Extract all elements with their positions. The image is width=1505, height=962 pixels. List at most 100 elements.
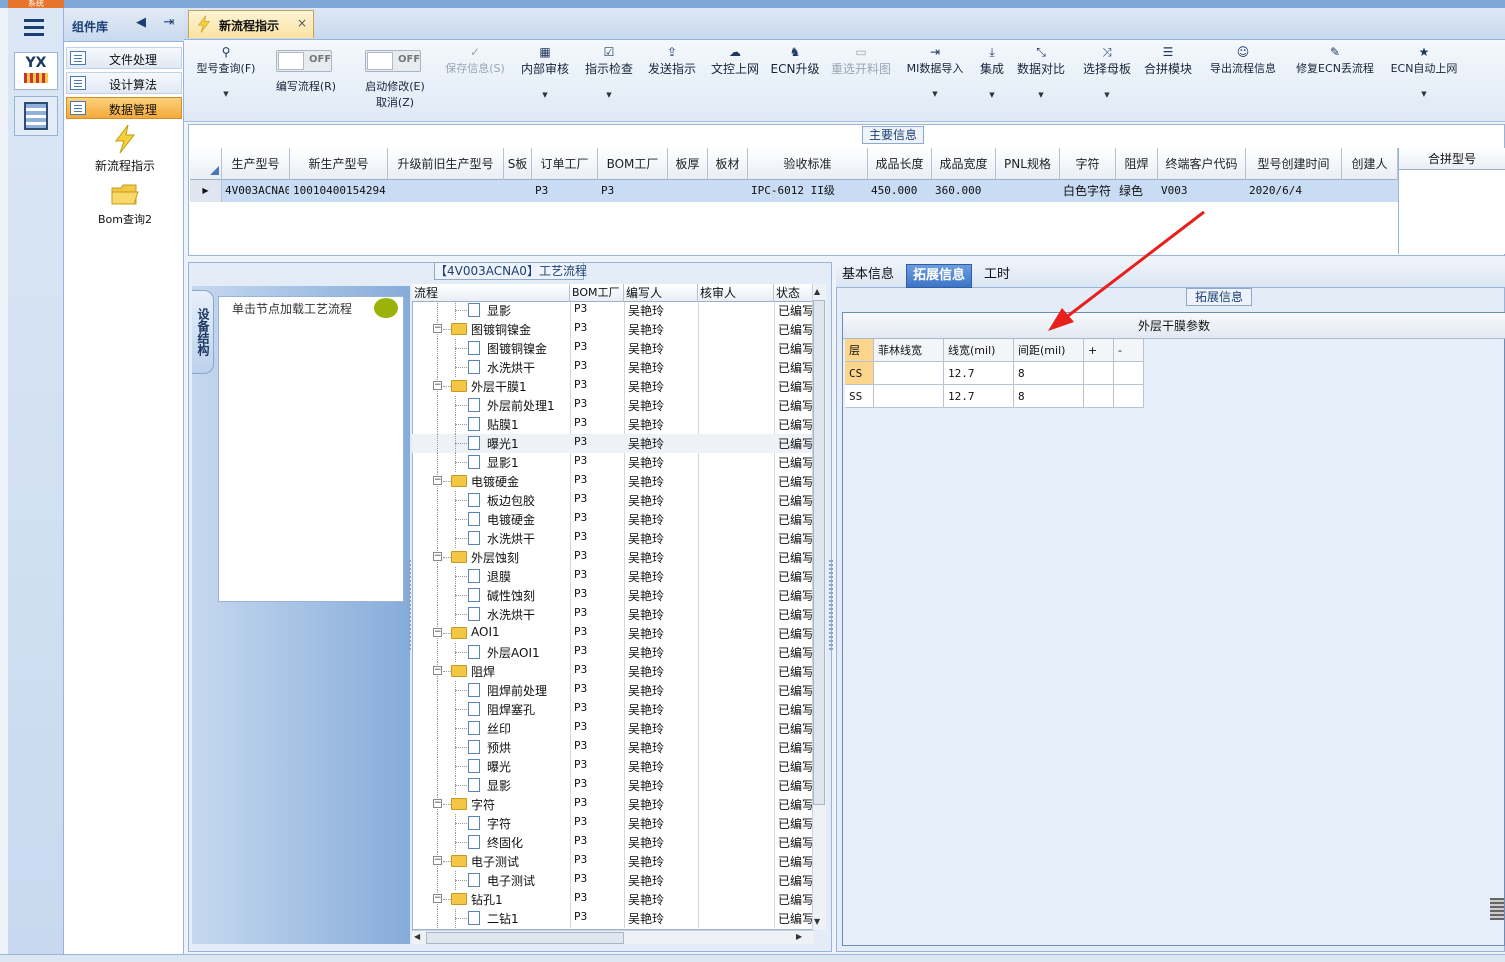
main-cell-8[interactable]: IPC-6012 II级 — [751, 180, 867, 202]
main-column-header-15[interactable]: 型号创建时间 — [1246, 148, 1342, 180]
column-header-bom-factory[interactable]: BOM工厂 — [570, 284, 624, 302]
toolbar-item-6[interactable]: ⇪ 发送指示 — [645, 44, 699, 77]
toolbar-item-8[interactable]: ♞ ECN升级 — [770, 44, 820, 77]
column-header-reviewer[interactable]: 核审人 — [698, 284, 774, 302]
tree-row[interactable]: 丝印 P3 吴艳玲 已编写 — [412, 719, 814, 738]
toolbar-item-7[interactable]: ☁ 文控上网 — [708, 44, 762, 77]
column-header-writer[interactable]: 编写人 — [624, 284, 698, 302]
main-cell-3[interactable] — [507, 180, 531, 202]
main-column-header-6[interactable]: 板厚 — [668, 148, 708, 180]
main-cell-7[interactable] — [711, 180, 747, 202]
main-cell-2[interactable] — [391, 180, 503, 202]
main-cell-16[interactable] — [1345, 180, 1397, 202]
param-cell[interactable]: CS — [845, 362, 874, 385]
tree-row[interactable]: 阻焊前处理 P3 吴艳玲 已编写 — [412, 681, 814, 700]
main-column-header-8[interactable]: 验收标准 — [748, 148, 868, 180]
tree-row[interactable]: 外层前处理1 P3 吴艳玲 已编写 — [412, 396, 814, 415]
tree-group-row[interactable]: − 电镀硬金 P3 吴艳玲 已编写 — [412, 472, 814, 491]
main-column-header-9[interactable]: 成品长度 — [868, 148, 932, 180]
tree-row[interactable]: 字符 P3 吴艳玲 已编写 — [412, 814, 814, 833]
main-cell-6[interactable] — [671, 180, 707, 202]
toolbar-item-4[interactable]: ▦ 内部审核 ▼ — [518, 44, 572, 99]
tree-group-row[interactable]: − 外层蚀刻 P3 吴艳玲 已编写 — [412, 548, 814, 567]
close-tab-icon[interactable]: × — [297, 16, 307, 30]
main-cell-12[interactable]: 白色字符 — [1063, 180, 1115, 202]
main-cell-4[interactable]: P3 — [535, 180, 597, 202]
system-button[interactable]: 系统 — [8, 0, 64, 8]
tab-extended-info[interactable]: 拓展信息 — [906, 264, 973, 288]
yx-module-icon[interactable]: YX — [14, 52, 58, 90]
tree-row[interactable]: 二钻1 P3 吴艳玲 已编写 — [412, 909, 814, 928]
main-column-header-3[interactable]: S板 — [504, 148, 532, 180]
toolbar-item-14[interactable]: ☰ 合拼模块 — [1143, 44, 1193, 77]
vertical-scroll-thumb[interactable] — [813, 300, 825, 805]
main-column-header-4[interactable]: 订单工厂 — [532, 148, 598, 180]
library-item-file-processing[interactable]: 文件处理 — [66, 47, 182, 69]
main-column-header-10[interactable]: 成品宽度 — [932, 148, 996, 180]
toolbar-item-11[interactable]: ⤓ 集成 ▼ — [975, 44, 1009, 99]
library-item-data-management[interactable]: 数据管理 — [66, 97, 182, 119]
collapse-node-icon[interactable]: − — [433, 628, 442, 637]
resize-grip-icon[interactable] — [1490, 898, 1504, 920]
toolbar-item-15[interactable]: ☺ 导出流程信息 — [1205, 44, 1281, 76]
tree-row[interactable]: 曝光1 P3 吴艳玲 已编写 — [412, 434, 814, 453]
main-column-header-14[interactable]: 终端客户代码 — [1158, 148, 1246, 180]
main-cell-5[interactable]: P3 — [601, 180, 667, 202]
toolbar-item-2[interactable]: OFF 启动修改(E) 取消(Z) — [355, 44, 435, 110]
dropdown-arrow-icon[interactable]: ▼ — [902, 90, 968, 98]
main-cell-15[interactable]: 2020/6/4 — [1249, 180, 1341, 202]
tree-row[interactable]: 碱性蚀刻 P3 吴艳玲 已编写 — [412, 586, 814, 605]
toolbar-item-12[interactable]: ⤡ 数据对比 ▼ — [1016, 44, 1066, 99]
param-cell[interactable]: SS — [845, 385, 874, 408]
tree-row[interactable]: 显影 P3 吴艳玲 已编写 — [412, 776, 814, 795]
tree-group-row[interactable]: − 外层干膜1 P3 吴艳玲 已编写 — [412, 377, 814, 396]
dropdown-arrow-icon[interactable]: ▼ — [1080, 91, 1134, 99]
main-cell-1[interactable]: 10010400154294 — [293, 180, 387, 202]
scroll-right-icon[interactable]: ▶ — [796, 932, 802, 941]
main-column-header-12[interactable]: 字符 — [1060, 148, 1116, 180]
param-column-header[interactable]: - — [1114, 339, 1144, 362]
toggle-switch[interactable]: OFF — [365, 50, 421, 72]
tree-row[interactable]: 预烘 P3 吴艳玲 已编写 — [412, 738, 814, 757]
calculator-module-icon[interactable] — [14, 96, 58, 136]
main-cell-11[interactable] — [999, 180, 1059, 202]
library-item-design-algorithm[interactable]: 设计算法 — [66, 72, 182, 94]
param-cell[interactable] — [1084, 385, 1114, 408]
tree-row[interactable]: 水洗烘干 P3 吴艳玲 已编写 — [412, 605, 814, 624]
main-cell-9[interactable]: 450.000 — [871, 180, 931, 202]
collapse-node-icon[interactable]: − — [433, 666, 442, 675]
tree-group-row[interactable]: − 阻焊 P3 吴艳玲 已编写 — [412, 662, 814, 681]
dropdown-arrow-icon[interactable]: ▼ — [582, 91, 636, 99]
new-process-instruction-item[interactable]: 新流程指示 — [80, 124, 170, 174]
toolbar-item-13[interactable]: ⤨ 选择母板 ▼ — [1080, 44, 1134, 99]
main-column-header-5[interactable]: BOM工厂 — [598, 148, 668, 180]
main-column-header-16[interactable]: 创建人 — [1342, 148, 1398, 180]
pin-panel-icon[interactable]: ⇥ — [160, 12, 178, 34]
dropdown-arrow-icon[interactable]: ▼ — [975, 91, 1009, 99]
collapse-node-icon[interactable]: − — [433, 324, 442, 333]
document-tab-new-process[interactable]: 新流程指示 × — [188, 10, 314, 38]
main-cell-14[interactable]: V003 — [1161, 180, 1245, 202]
tree-row[interactable]: 显影1 P3 吴艳玲 已编写 — [412, 453, 814, 472]
tree-row[interactable]: 曝光 P3 吴艳玲 已编写 — [412, 757, 814, 776]
main-column-header-11[interactable]: PNL规格 — [996, 148, 1060, 180]
main-cell-13[interactable]: 绿色 — [1119, 180, 1157, 202]
tree-row[interactable]: 显影 P3 吴艳玲 已编写 — [412, 301, 814, 320]
collapse-node-icon[interactable]: − — [433, 799, 442, 808]
main-column-header-2[interactable]: 升级前旧生产型号 — [388, 148, 504, 180]
main-cell-10[interactable]: 360.000 — [935, 180, 995, 202]
tree-row[interactable]: 外层AOI1 P3 吴艳玲 已编写 — [412, 643, 814, 662]
collapse-node-icon[interactable]: − — [433, 894, 442, 903]
main-column-header-0[interactable]: 生产型号 — [222, 148, 290, 180]
tree-group-row[interactable]: − AOI1 P3 吴艳玲 已编写 — [412, 624, 814, 643]
hamburger-menu-icon[interactable] — [14, 12, 54, 42]
toolbar-item-1[interactable]: OFF 编写流程(R) — [270, 44, 342, 94]
dropdown-arrow-icon[interactable]: ▼ — [518, 91, 572, 99]
column-header-status[interactable]: 状态 — [774, 284, 814, 302]
toolbar-item-16[interactable]: ✎ 修复ECN丢流程 — [1293, 44, 1377, 76]
collapse-left-icon[interactable]: ◀ — [132, 12, 150, 34]
tree-group-row[interactable]: − 图镀铜镍金 P3 吴艳玲 已编写 — [412, 320, 814, 339]
scroll-up-icon[interactable]: ▲ — [814, 287, 820, 296]
param-cell[interactable]: 12.7 — [944, 362, 1014, 385]
param-cell[interactable]: 8 — [1014, 362, 1084, 385]
